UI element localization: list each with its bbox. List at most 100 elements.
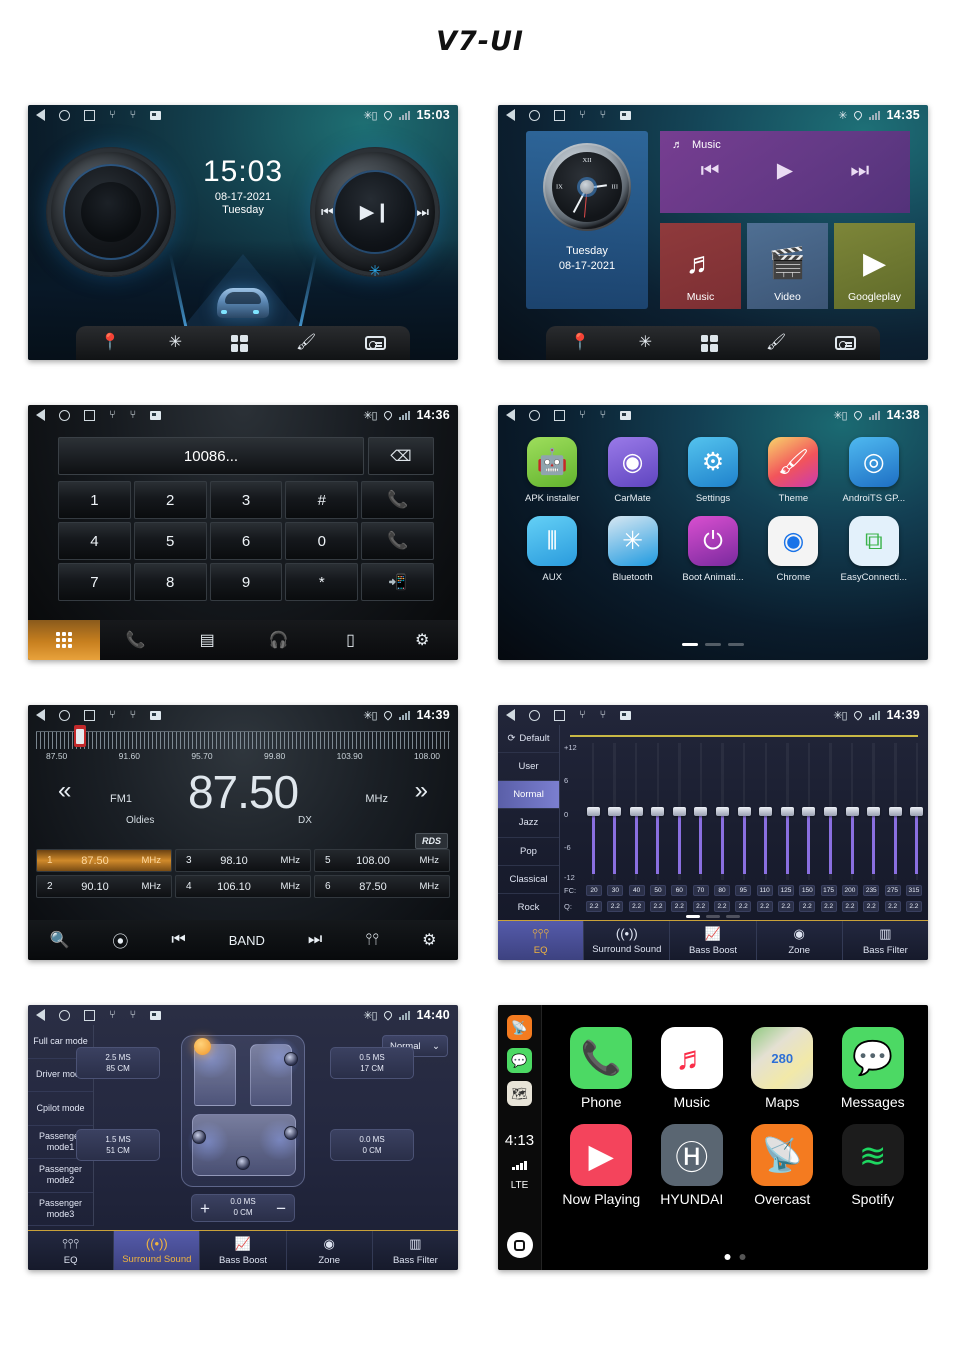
slider-knob[interactable] bbox=[759, 806, 773, 816]
panel-equalizer[interactable]: ⑂ ⑂ ✳▯ 14:39 ⟳ Default User Normal Jazz … bbox=[498, 705, 928, 960]
slider-knob[interactable] bbox=[910, 806, 924, 816]
app-carmate[interactable]: ◉ CarMate bbox=[592, 437, 672, 504]
q-cell[interactable]: 2.2 bbox=[841, 900, 858, 912]
tab-bass-filter[interactable]: ▥ Bass Filter bbox=[373, 1231, 458, 1270]
key-9[interactable]: 9 bbox=[209, 563, 283, 601]
fc-cell[interactable]: 275 bbox=[884, 884, 901, 896]
recents-icon[interactable] bbox=[84, 1009, 95, 1021]
media-dial[interactable]: Snowdreams ⏮ ⏭ ▶❙ ✳ bbox=[310, 147, 440, 280]
fc-cell[interactable]: 200 bbox=[841, 884, 858, 896]
contacts-icon[interactable]: ▤ bbox=[171, 620, 243, 660]
slider-knob[interactable] bbox=[737, 806, 751, 816]
back-icon[interactable] bbox=[506, 709, 515, 721]
dialer-keypad[interactable]: 1 2 3 # 📞 4 5 6 0 📞 7 8 9 * 📲 bbox=[58, 481, 434, 601]
eq-value-rows[interactable]: FC: 20 30 40 50 60 70 80 95 110 125 150 … bbox=[560, 882, 928, 916]
key-1[interactable]: 1 bbox=[58, 481, 131, 519]
slider-knob[interactable] bbox=[802, 806, 816, 816]
tab-surround-sound[interactable]: ((•)) Surround Sound bbox=[114, 1231, 201, 1270]
eq-preset-list[interactable]: ⟳ Default User Normal Jazz Pop Classical… bbox=[498, 725, 560, 922]
app-apk-installer[interactable]: 🤖 APK installer bbox=[512, 437, 592, 504]
slider-knob[interactable] bbox=[608, 806, 622, 816]
maps-icon[interactable]: 🗺 bbox=[507, 1081, 532, 1106]
home-icon[interactable] bbox=[529, 409, 540, 421]
bluetooth-icon[interactable]: ✳ bbox=[169, 335, 182, 351]
preset-2[interactable]: 2 90.10 MHz bbox=[36, 875, 172, 898]
previous-track-icon[interactable]: ⏮ bbox=[321, 204, 334, 221]
call-answer-icon[interactable]: 📞 bbox=[361, 481, 434, 519]
music-widget-controls[interactable]: ⏮ ▶ ⏭ bbox=[672, 158, 898, 183]
recents-icon[interactable] bbox=[84, 109, 95, 121]
tile-video[interactable]: 🎬 Video bbox=[747, 223, 828, 309]
apps-icon[interactable] bbox=[700, 334, 718, 352]
next-icon[interactable]: ⏭ bbox=[308, 931, 322, 949]
q-cell[interactable]: 2.2 bbox=[671, 900, 688, 912]
app-theme[interactable]: 🖌 Theme bbox=[753, 437, 833, 504]
scan-icon[interactable]: ⦿ bbox=[112, 928, 128, 952]
eq-preset-pop[interactable]: Pop bbox=[498, 838, 559, 866]
fc-cell[interactable]: 50 bbox=[649, 884, 666, 896]
page-dot[interactable] bbox=[728, 643, 744, 646]
carplay-app-phone[interactable]: 📞 Phone bbox=[556, 1027, 647, 1110]
key-8[interactable]: 8 bbox=[133, 563, 207, 601]
carplay-home-button[interactable] bbox=[506, 1232, 533, 1258]
slider-knob[interactable] bbox=[586, 806, 600, 816]
eq-preset-rock[interactable]: Rock bbox=[498, 894, 559, 922]
recents-icon[interactable] bbox=[554, 109, 565, 121]
q-cell[interactable]: 2.2 bbox=[799, 900, 816, 912]
tab-bass-filter[interactable]: ▥ Bass Filter bbox=[843, 921, 928, 960]
key-6[interactable]: 6 bbox=[209, 522, 283, 560]
radio-bottom-bar[interactable]: 🔍 ⦿ ⏮ BAND ⏭ ⫯⫯ ⚙ bbox=[28, 920, 458, 960]
dialer-bottom-nav[interactable]: 📞 ▤ 🎧 ▯ ⚙ bbox=[28, 620, 458, 660]
app-aux[interactable]: ⦀ AUX bbox=[512, 516, 592, 583]
preset-4[interactable]: 4 106.10 MHz bbox=[175, 875, 311, 898]
fc-cell[interactable]: 30 bbox=[607, 884, 624, 896]
listener-position-marker[interactable] bbox=[194, 1038, 211, 1055]
panel-app-drawer[interactable]: ⑂ ⑂ ✳▯ 14:38 🤖 APK installer ◉ CarMate ⚙… bbox=[498, 405, 928, 660]
search-icon[interactable]: 🔍 bbox=[49, 930, 69, 950]
fc-cell[interactable]: 125 bbox=[777, 884, 794, 896]
page-dot[interactable] bbox=[706, 915, 720, 918]
panel-home-screen[interactable]: ⑂ ⑂ ✳▯ 15:03 15:03 08-17-2021 Tuesday ⏮ … bbox=[28, 105, 458, 360]
page-indicator[interactable] bbox=[682, 643, 744, 646]
increase-button[interactable]: + bbox=[200, 1200, 210, 1217]
panel-surround-sound[interactable]: ⑂ ⑂ ✳▯ 14:40 Full car mode Driver mode C… bbox=[28, 1005, 458, 1270]
carplay-app-maps[interactable]: 280 Maps bbox=[737, 1027, 828, 1110]
home-icon[interactable] bbox=[529, 109, 540, 121]
car-cabin-diagram[interactable] bbox=[181, 1035, 305, 1187]
slider-knob[interactable] bbox=[672, 806, 686, 816]
dialer-number-field[interactable]: 10086... bbox=[58, 437, 364, 475]
fc-cell[interactable]: 20 bbox=[586, 884, 602, 896]
next-track-icon[interactable]: ⏭ bbox=[850, 159, 869, 183]
audio-tabs[interactable]: ⫯⫯⫯ EQ ((•)) Surround Sound 📈 Bass Boost… bbox=[498, 920, 928, 960]
panel-widget-home[interactable]: ⑂ ⑂ ✳ 14:35 XII III IX Tuesday 08-17-202… bbox=[498, 105, 928, 360]
mode-passenger-3[interactable]: Passenger mode3 bbox=[28, 1193, 93, 1226]
app-chrome[interactable]: ◉ Chrome bbox=[753, 516, 833, 583]
fc-cell[interactable]: 150 bbox=[799, 884, 816, 896]
key-star[interactable]: * bbox=[285, 563, 359, 601]
home-icon[interactable] bbox=[529, 709, 540, 721]
home-icon[interactable] bbox=[59, 709, 70, 721]
app-easyconnection[interactable]: ⧉ EasyConnecti... bbox=[834, 516, 914, 583]
page-dot[interactable] bbox=[705, 643, 721, 646]
page-dot[interactable] bbox=[739, 1254, 745, 1260]
app-settings[interactable]: ⚙ Settings bbox=[673, 437, 753, 504]
fc-cell[interactable]: 70 bbox=[692, 884, 709, 896]
delay-front-right[interactable]: 0.5 MS 17 CM bbox=[330, 1047, 414, 1079]
q-cell[interactable]: 2.2 bbox=[820, 900, 837, 912]
q-cell[interactable]: 2.2 bbox=[777, 900, 794, 912]
slider-knob[interactable] bbox=[694, 806, 708, 816]
tab-eq[interactable]: ⫯⫯⫯ EQ bbox=[28, 1231, 115, 1270]
call-history-icon[interactable]: 📞 bbox=[100, 620, 172, 660]
slider-knob[interactable] bbox=[888, 806, 902, 816]
eq-sliders-area[interactable]: +12 6 0 -6 -12 bbox=[560, 743, 928, 882]
fc-cell[interactable]: 40 bbox=[628, 884, 645, 896]
key-2[interactable]: 2 bbox=[133, 481, 207, 519]
key-7[interactable]: 7 bbox=[58, 563, 131, 601]
slider-knob[interactable] bbox=[716, 806, 730, 816]
q-cell[interactable]: 2.2 bbox=[649, 900, 666, 912]
call-end-icon[interactable]: 📞 bbox=[361, 522, 434, 560]
bt-audio-icon[interactable]: 🎧 bbox=[243, 620, 315, 660]
navigation-icon[interactable]: 📍 bbox=[100, 335, 120, 351]
key-hash[interactable]: # bbox=[285, 481, 359, 519]
tuner-marker[interactable] bbox=[74, 725, 86, 747]
